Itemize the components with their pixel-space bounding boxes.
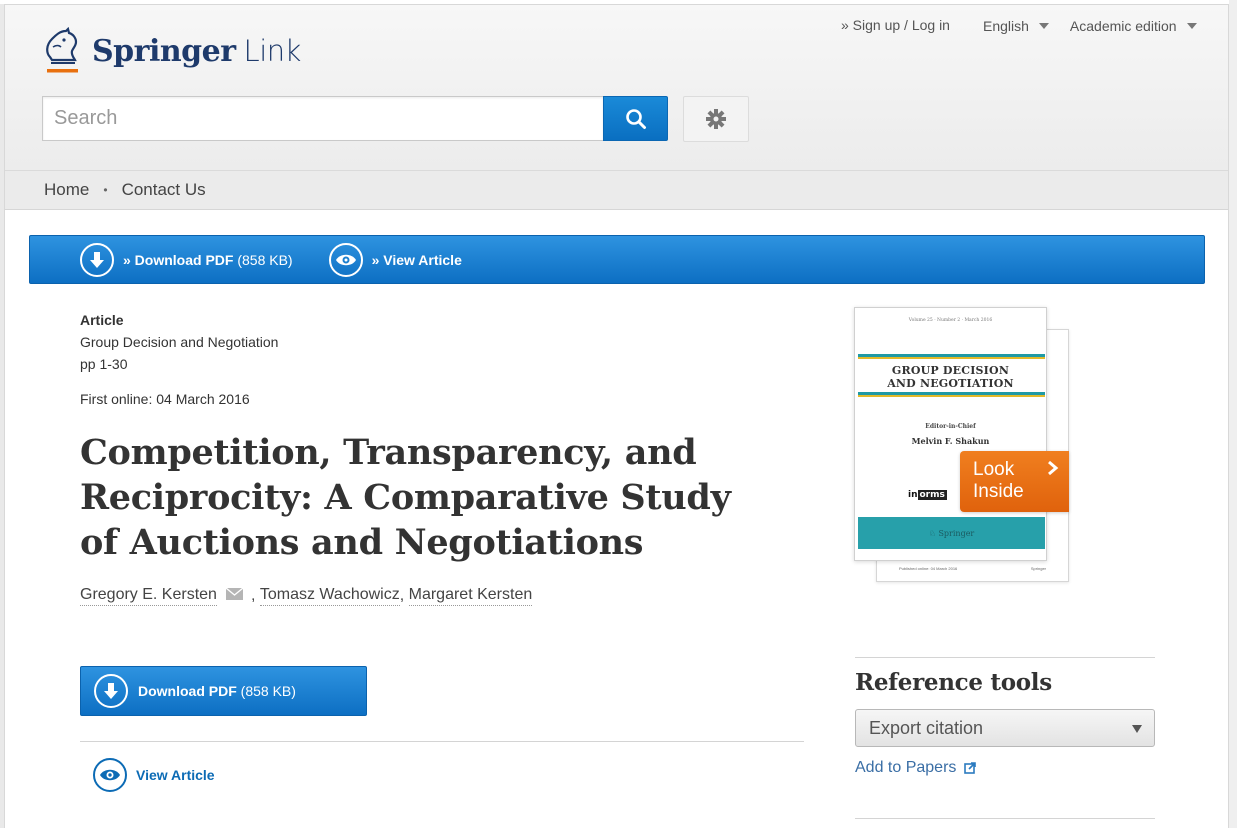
download-pdf-size: (858 KB) [237,251,293,268]
cover-title-line: GROUP DECISION [891,364,1010,377]
export-citation-select[interactable]: Export citation [855,709,1155,747]
reference-tools-divider [855,657,1155,658]
page: Springer Link » Sign up / Log in English… [4,4,1229,828]
eye-icon [93,758,127,792]
reference-tools-bottom-divider [855,818,1155,819]
author-separator: , [250,587,260,604]
eye-icon [328,242,363,277]
journal-cover[interactable]: Volume 25 · Number 2 · March 2016 GROUP … [854,307,1047,561]
download-pdf-button[interactable]: Download PDF (858 KB) [80,666,367,716]
caret-down-icon [1186,23,1197,29]
search-input[interactable] [42,96,603,141]
cover-volume: Volume 25 · Number 2 · March 2016 [908,318,993,323]
cover-editor-heading: Editor-in-Chief [925,423,976,430]
look-inside-line2: Inside [973,481,1024,502]
search-button[interactable] [603,96,668,141]
caret-down-icon [1038,23,1049,29]
page-scroll-gutter[interactable] [1229,0,1237,828]
springerlink-logo[interactable]: Springer Link [42,27,301,75]
export-citation-value: Export citation [869,717,984,738]
breadcrumb: Home • Contact Us [5,170,1228,210]
edition-dropdown[interactable]: Academic edition [1070,18,1197,34]
action-bar-view-article[interactable]: » View Article [328,242,462,277]
author-list: Gregory E. Kersten , Tomasz Wachowicz , … [80,586,533,606]
springer-logo-icon: ♘ [928,528,939,538]
author-link[interactable]: Gregory E. Kersten [80,586,217,606]
view-article-link-label: View Article [136,767,215,783]
look-inside-button[interactable]: Look Inside [960,451,1069,512]
cover-footer-brand: Springer [938,528,975,538]
informs-logo: in orms [908,490,947,500]
add-to-papers-link[interactable]: Add to Papers [855,759,977,777]
gear-icon [706,109,726,129]
cover-journal-title: GROUP DECISION AND NEGOTIATION [855,364,1046,390]
add-to-papers-label: Add to Papers [855,759,957,776]
cover-editor-name: Melvin F. Shakun [911,436,990,446]
springer-horse-icon [46,27,78,73]
download-button-size: (858 KB) [240,683,296,699]
chevron-right-icon [1048,460,1059,476]
download-pdf-label: » Download PDF [123,251,234,268]
dropdown-arrow-icon [1132,725,1142,733]
language-label: English [982,18,1029,34]
reference-tools-heading: Reference tools [855,669,1052,696]
top-nav: » Sign up / Log in English Academic edit… [841,16,1197,34]
download-icon [80,242,114,277]
author-link[interactable]: Tomasz Wachowicz [259,586,400,606]
search-icon [625,108,646,129]
cover-title-line: AND NEGOTIATION [887,377,1014,390]
action-bar-download-pdf[interactable]: » Download PDF (858 KB) [80,242,293,277]
journal-name[interactable]: Group Decision and Negotiation [80,331,278,353]
cover-stripe [858,354,1045,359]
language-dropdown[interactable]: English [983,18,1049,34]
article-meta: Article Group Decision and Negotiation p… [80,309,278,375]
download-button-label: Download PDF [138,683,237,699]
search-form [42,96,668,141]
external-link-icon [964,762,977,774]
download-icon [94,674,128,708]
cover-back-published: Published online: 04 March 2016 [899,566,958,571]
view-article-link[interactable]: View Article [93,758,215,792]
article-pages: pp 1-30 [80,356,128,372]
edition-label: Academic edition [1069,18,1177,34]
article-title: Competition, Transparency, and Reciproci… [80,432,731,563]
signup-login-link[interactable]: » Sign up / Log in [841,17,950,33]
logo-springer-text: Springer [92,33,236,69]
article-action-bar: » Download PDF (858 KB) » View Article [29,235,1205,284]
section-divider [80,741,804,742]
logo-link-text: Link [243,34,302,68]
site-header: Springer Link » Sign up / Log in English… [5,5,1228,170]
search-options-button[interactable] [683,96,749,142]
view-article-label: » View Article [371,251,462,268]
cover-footer: ♘ Springer [858,517,1045,549]
author-separator: , [399,587,409,604]
breadcrumb-separator: • [103,183,108,197]
cover-back-brand: Springer [1030,566,1046,571]
breadcrumb-home[interactable]: Home [44,180,89,200]
first-online-date: First online: 04 March 2016 [80,391,250,407]
cover-stripe [858,392,1045,397]
breadcrumb-contact-us[interactable]: Contact Us [122,180,206,200]
email-icon[interactable] [225,587,244,605]
author-link[interactable]: Margaret Kersten [408,586,533,606]
article-type: Article [80,312,124,328]
